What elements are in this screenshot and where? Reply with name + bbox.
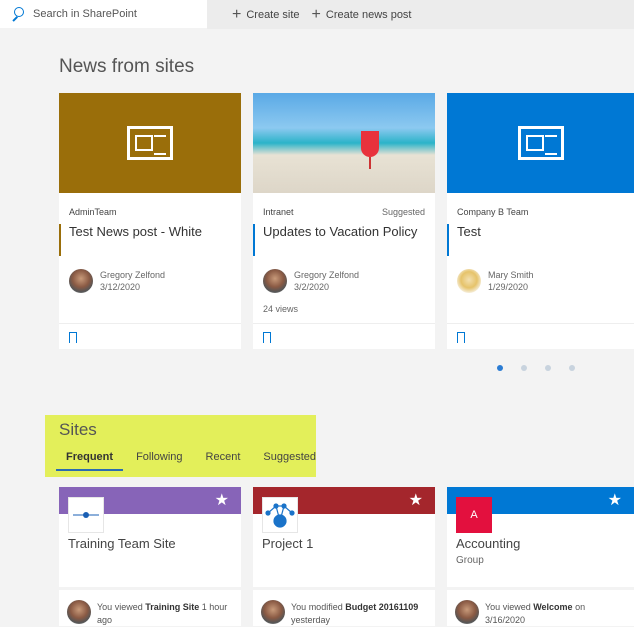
pager-dot[interactable] [497,365,503,371]
sites-tabs: Frequent Following Recent Suggested [56,449,329,471]
avatar [67,600,91,624]
site-card[interactable]: ★ A Accounting Group [447,487,634,587]
star-icon[interactable]: ★ [409,490,423,510]
site-card[interactable]: ★ Project 1 [253,487,435,587]
pager-dot[interactable] [521,365,527,371]
activity-item-link[interactable]: Training Site [145,602,199,612]
site-card[interactable]: ★ Training Team Site [59,487,241,587]
star-icon[interactable]: ★ [608,490,622,510]
news-site-name[interactable]: AdminTeam [69,207,117,217]
search-icon [10,7,24,21]
tab-following[interactable]: Following [126,449,192,471]
post-date: 1/29/2020 [488,282,529,292]
tab-frequent[interactable]: Frequent [56,449,124,471]
plus-icon: + [311,5,321,23]
news-thumbnail [447,93,634,193]
newspaper-icon [127,126,173,160]
create-news-post-button[interactable]: + Create news post [312,6,412,24]
news-site-name[interactable]: Company B Team [457,207,528,217]
create-site-button[interactable]: + Create site [232,6,300,24]
news-title[interactable]: Updates to Vacation Policy [253,224,417,256]
training-logo-icon [73,512,99,518]
news-card[interactable]: Company B Team Test Mary Smith 1/29/2020 [447,93,634,349]
site-logo [262,497,298,533]
news-thumbnail [59,93,241,193]
news-section-title: News from sites [59,56,195,77]
search-box[interactable]: Search in SharePoint [0,0,207,28]
author-name: Mary Smith [488,270,534,280]
bookmark-icon[interactable] [263,332,271,343]
news-site-name[interactable]: Intranet [263,207,294,217]
site-name[interactable]: Accounting [456,536,520,551]
bookmark-icon[interactable] [457,332,465,343]
plus-icon: + [232,5,242,23]
avatar [69,269,93,293]
news-card[interactable]: Intranet Suggested Updates to Vacation P… [253,93,435,349]
author-name: Gregory Zelfond [294,270,360,280]
site-type: Group [456,555,484,566]
avatar [455,600,479,624]
avatar [261,600,285,624]
view-count: 24 views [263,304,299,314]
tab-suggested[interactable]: Suggested [253,449,326,471]
activity-item-link[interactable]: Welcome [533,602,572,612]
beach-drink-image [361,131,379,169]
news-card[interactable]: AdminTeam Test News post - White Gregory… [59,93,241,349]
site-name[interactable]: Project 1 [262,536,313,551]
pager-dot[interactable] [545,365,551,371]
news-title[interactable]: Test News post - White [59,224,202,256]
avatar [457,269,481,293]
site-logo [68,497,104,533]
star-icon[interactable]: ★ [215,490,229,510]
post-date: 3/12/2020 [100,282,141,292]
search-input[interactable]: Search in SharePoint [33,8,137,20]
network-logo-icon [265,503,295,528]
news-thumbnail [253,93,435,193]
site-activity: You modified Budget 20161109 yesterday [253,590,435,626]
tab-recent[interactable]: Recent [196,449,251,471]
site-name[interactable]: Training Team Site [68,536,176,551]
avatar [263,269,287,293]
activity-item-link[interactable]: Budget 20161109 [345,602,418,612]
site-activity: You viewed Welcome on 3/16/2020 [447,590,634,626]
sites-section-title: Sites [59,420,97,439]
author-name: Gregory Zelfond [100,270,166,280]
bookmark-icon[interactable] [69,332,77,343]
site-activity: You viewed Training Site 1 hour ago [59,590,241,626]
post-date: 3/2/2020 [294,282,330,292]
suggested-label: Suggested [381,207,425,217]
site-logo: A [456,497,492,533]
carousel-pager [497,365,575,371]
newspaper-icon [517,126,564,160]
news-title[interactable]: Test [447,224,481,256]
command-bar: + Create site + Create news post [207,0,634,29]
pager-dot[interactable] [569,365,575,371]
